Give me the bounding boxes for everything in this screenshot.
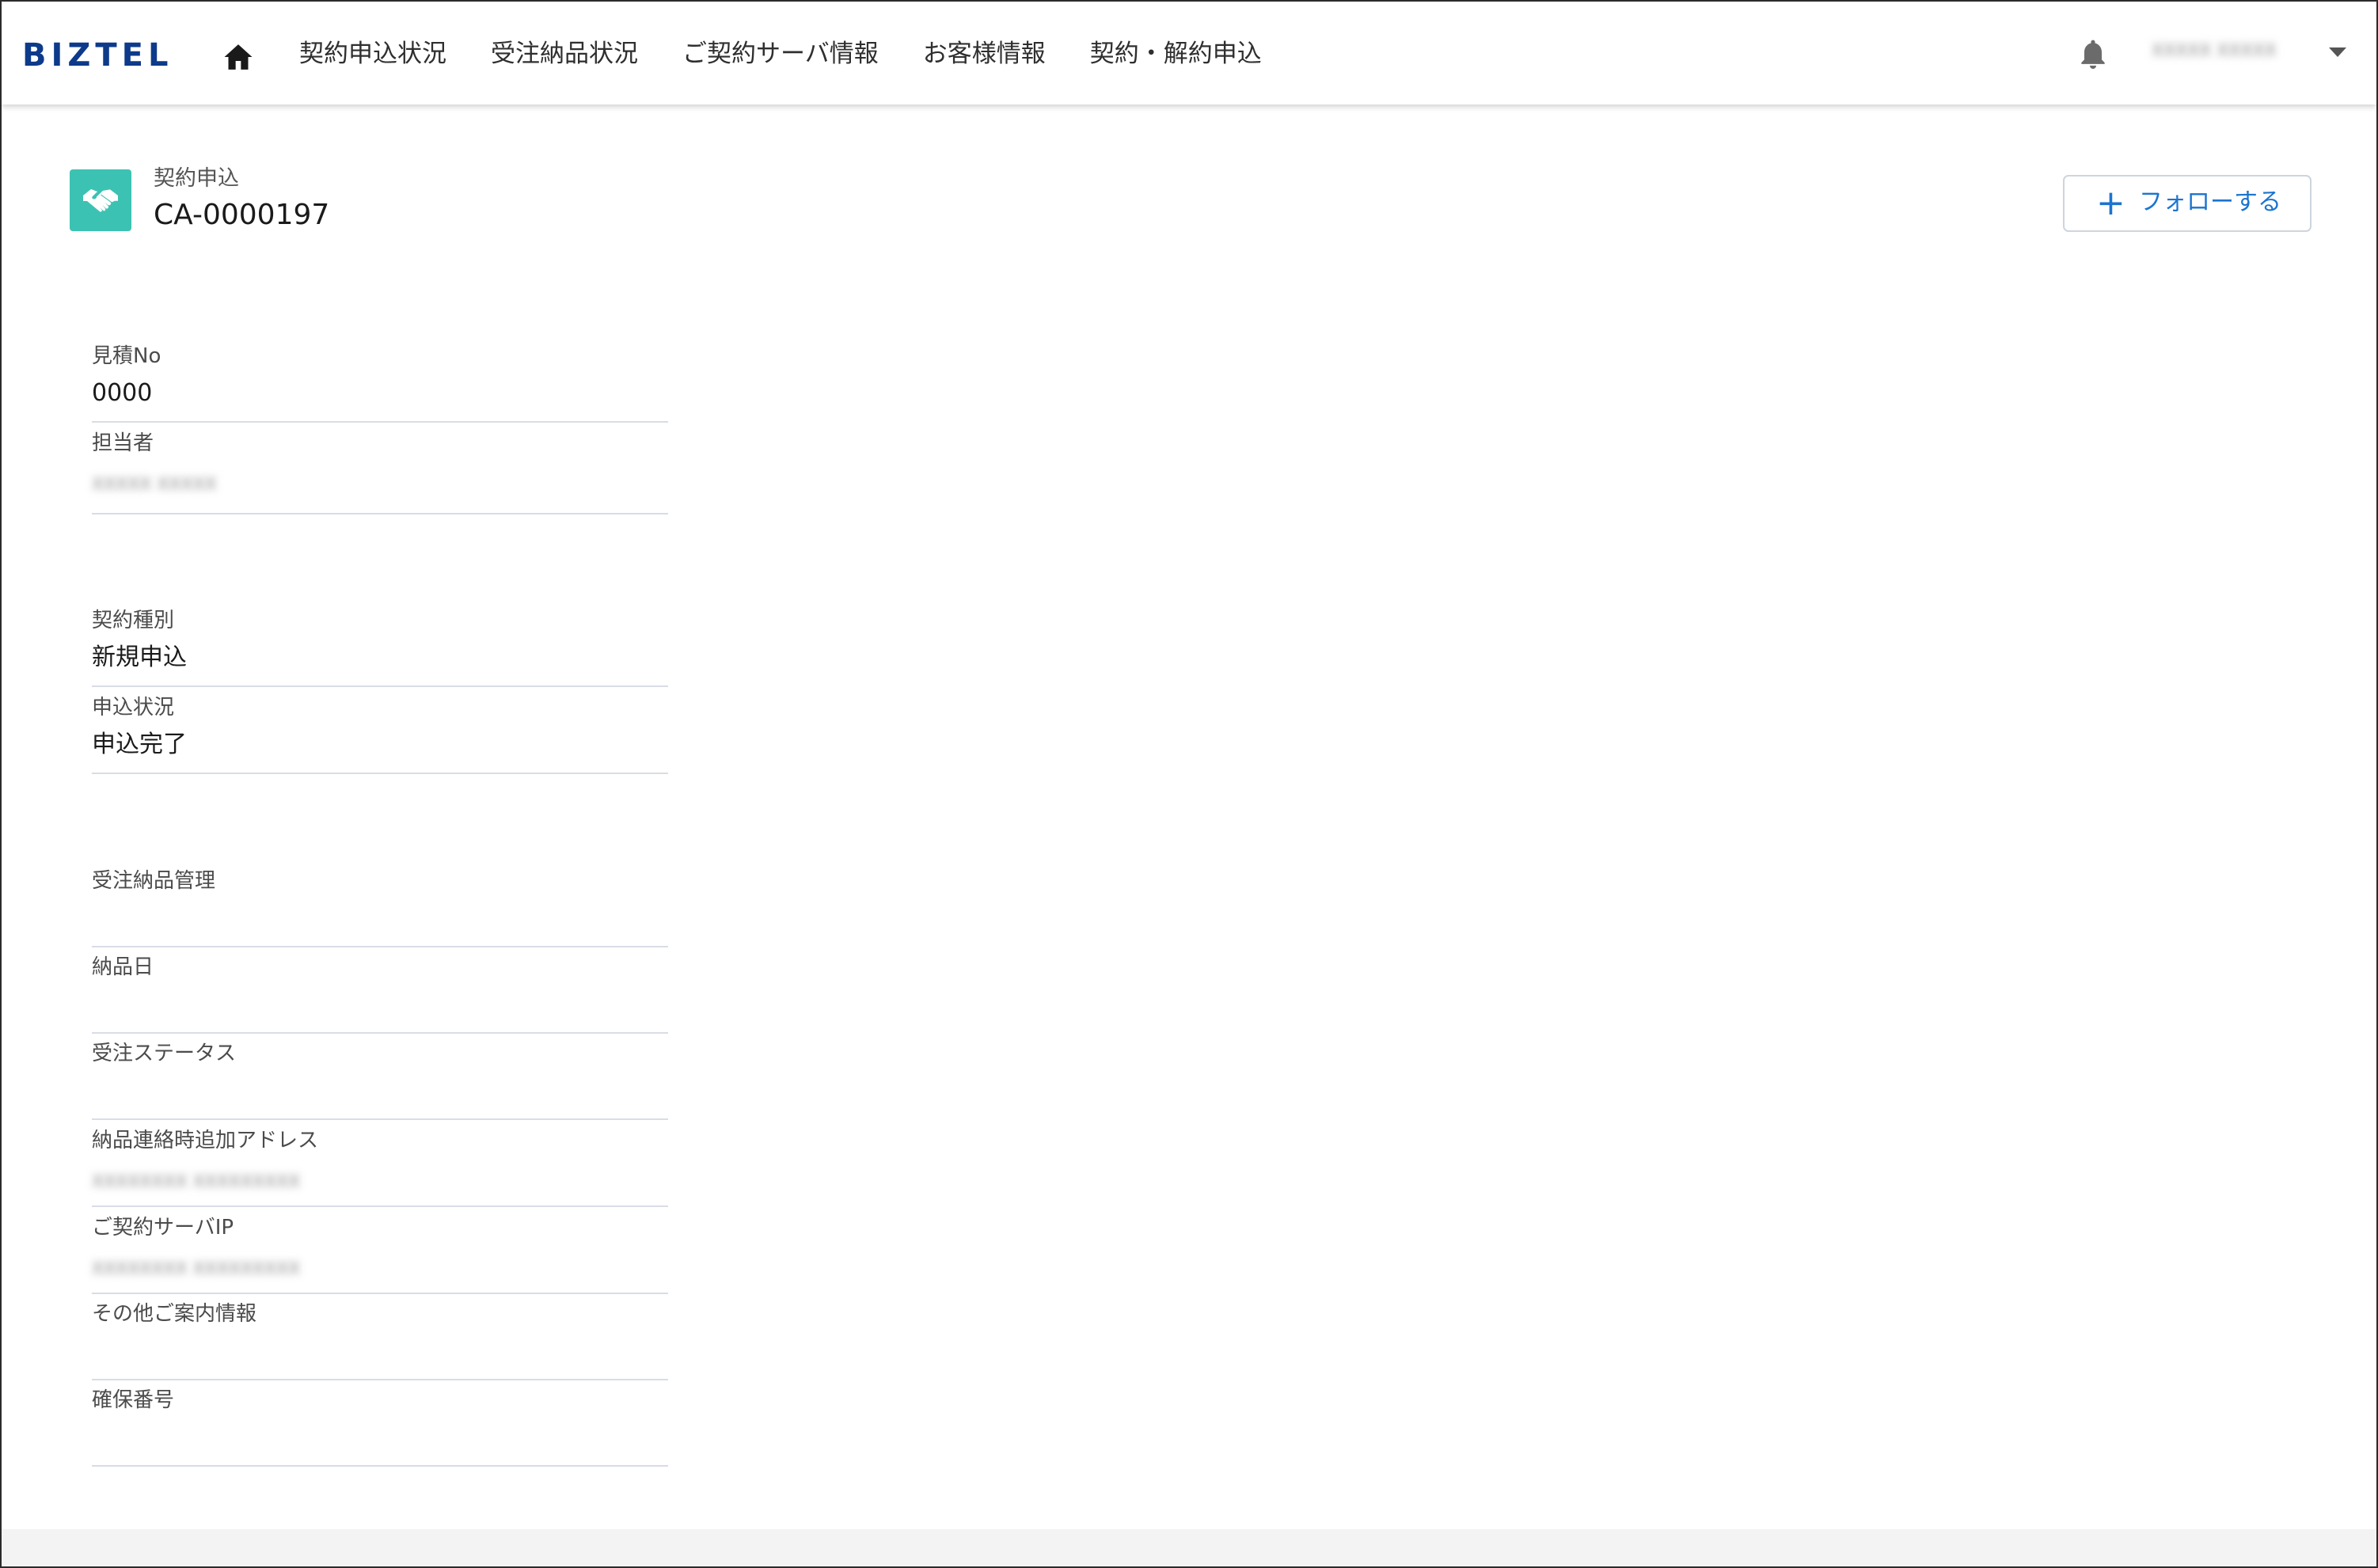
plus-icon: + [2096,183,2125,223]
field-value: 申込完了 [92,731,187,758]
field-label: その他ご案内情報 [92,1302,257,1326]
field-other-information: その他ご案内情報 [92,1301,668,1380]
nav-contract-cancellation[interactable]: 契約・解約申込 [1090,32,1262,76]
field-label: 申込状況 [92,696,175,719]
field-contract-type: 契約種別 新規申込 [92,608,668,687]
field-person-in-charge: 担当者 XXXXX XXXXX [92,431,668,514]
footer-strip [2,1529,2376,1566]
home-icon[interactable] [222,41,255,73]
follow-button[interactable]: + フォローする [2063,175,2312,232]
app-window: BIZTEL 契約申込状況 受注納品状況 ご契約サーバ情報 お客様情報 契約・解… [0,0,2378,1568]
handshake-icon [83,189,118,212]
field-value: XXXXXXXX XXXXXXXXX [92,1259,301,1279]
field-value: 0000 [92,379,153,407]
field-label: 契約種別 [92,609,175,632]
field-estimate-no: 見積No 0000 [92,344,668,423]
record-icon [70,169,131,231]
field-label: 受注ステータス [92,1042,237,1065]
caret-down-icon[interactable] [2329,47,2346,57]
nav-customer-info[interactable]: お客様情報 [923,32,1046,76]
main-nav: 契約申込状況 受注納品状況 ご契約サーバ情報 お客様情報 契約・解約申込 [299,32,1262,76]
field-label: 納品連絡時追加アドレス [92,1129,319,1152]
field-order-status: 受注ステータス [92,1041,668,1120]
biztel-logo[interactable]: BIZTEL [22,36,173,74]
follow-button-label: フォローする [2139,188,2281,216]
user-name[interactable]: XXXXX XXXXX [2152,41,2310,66]
field-label: ご契約サーバIP [92,1216,234,1240]
field-label: 担当者 [92,431,154,455]
field-reserved-number: 確保番号 [92,1388,668,1467]
top-navigation-bar: BIZTEL 契約申込状況 受注納品状況 ご契約サーバ情報 お客様情報 契約・解… [2,2,2376,104]
field-label: 確保番号 [92,1388,175,1412]
bell-icon[interactable] [2076,36,2110,73]
field-value: XXXXX XXXXX [92,475,217,495]
field-application-status: 申込状況 申込完了 [92,695,668,774]
field-label: 納品日 [92,955,154,979]
field-label: 見積No [92,344,161,368]
record-type-label: 契約申込 [154,166,239,191]
field-order-delivery-management: 受注納品管理 [92,868,668,947]
field-delivery-date: 納品日 [92,955,668,1034]
field-contract-server-ip: ご契約サーバIP XXXXXXXX XXXXXXXXX [92,1215,668,1294]
field-additional-delivery-address: 納品連絡時追加アドレス XXXXXXXX XXXXXXXXX [92,1128,668,1207]
record-title: CA-0000197 [154,199,330,231]
nav-order-delivery-status[interactable]: 受注納品状況 [491,32,638,76]
nav-contract-server-info[interactable]: ご契約サーバ情報 [682,32,879,76]
field-value: XXXXXXXX XXXXXXXXX [92,1172,301,1192]
field-value: 新規申込 [92,644,187,671]
nav-contract-application-status[interactable]: 契約申込状況 [299,32,446,76]
field-label: 受注納品管理 [92,869,216,893]
